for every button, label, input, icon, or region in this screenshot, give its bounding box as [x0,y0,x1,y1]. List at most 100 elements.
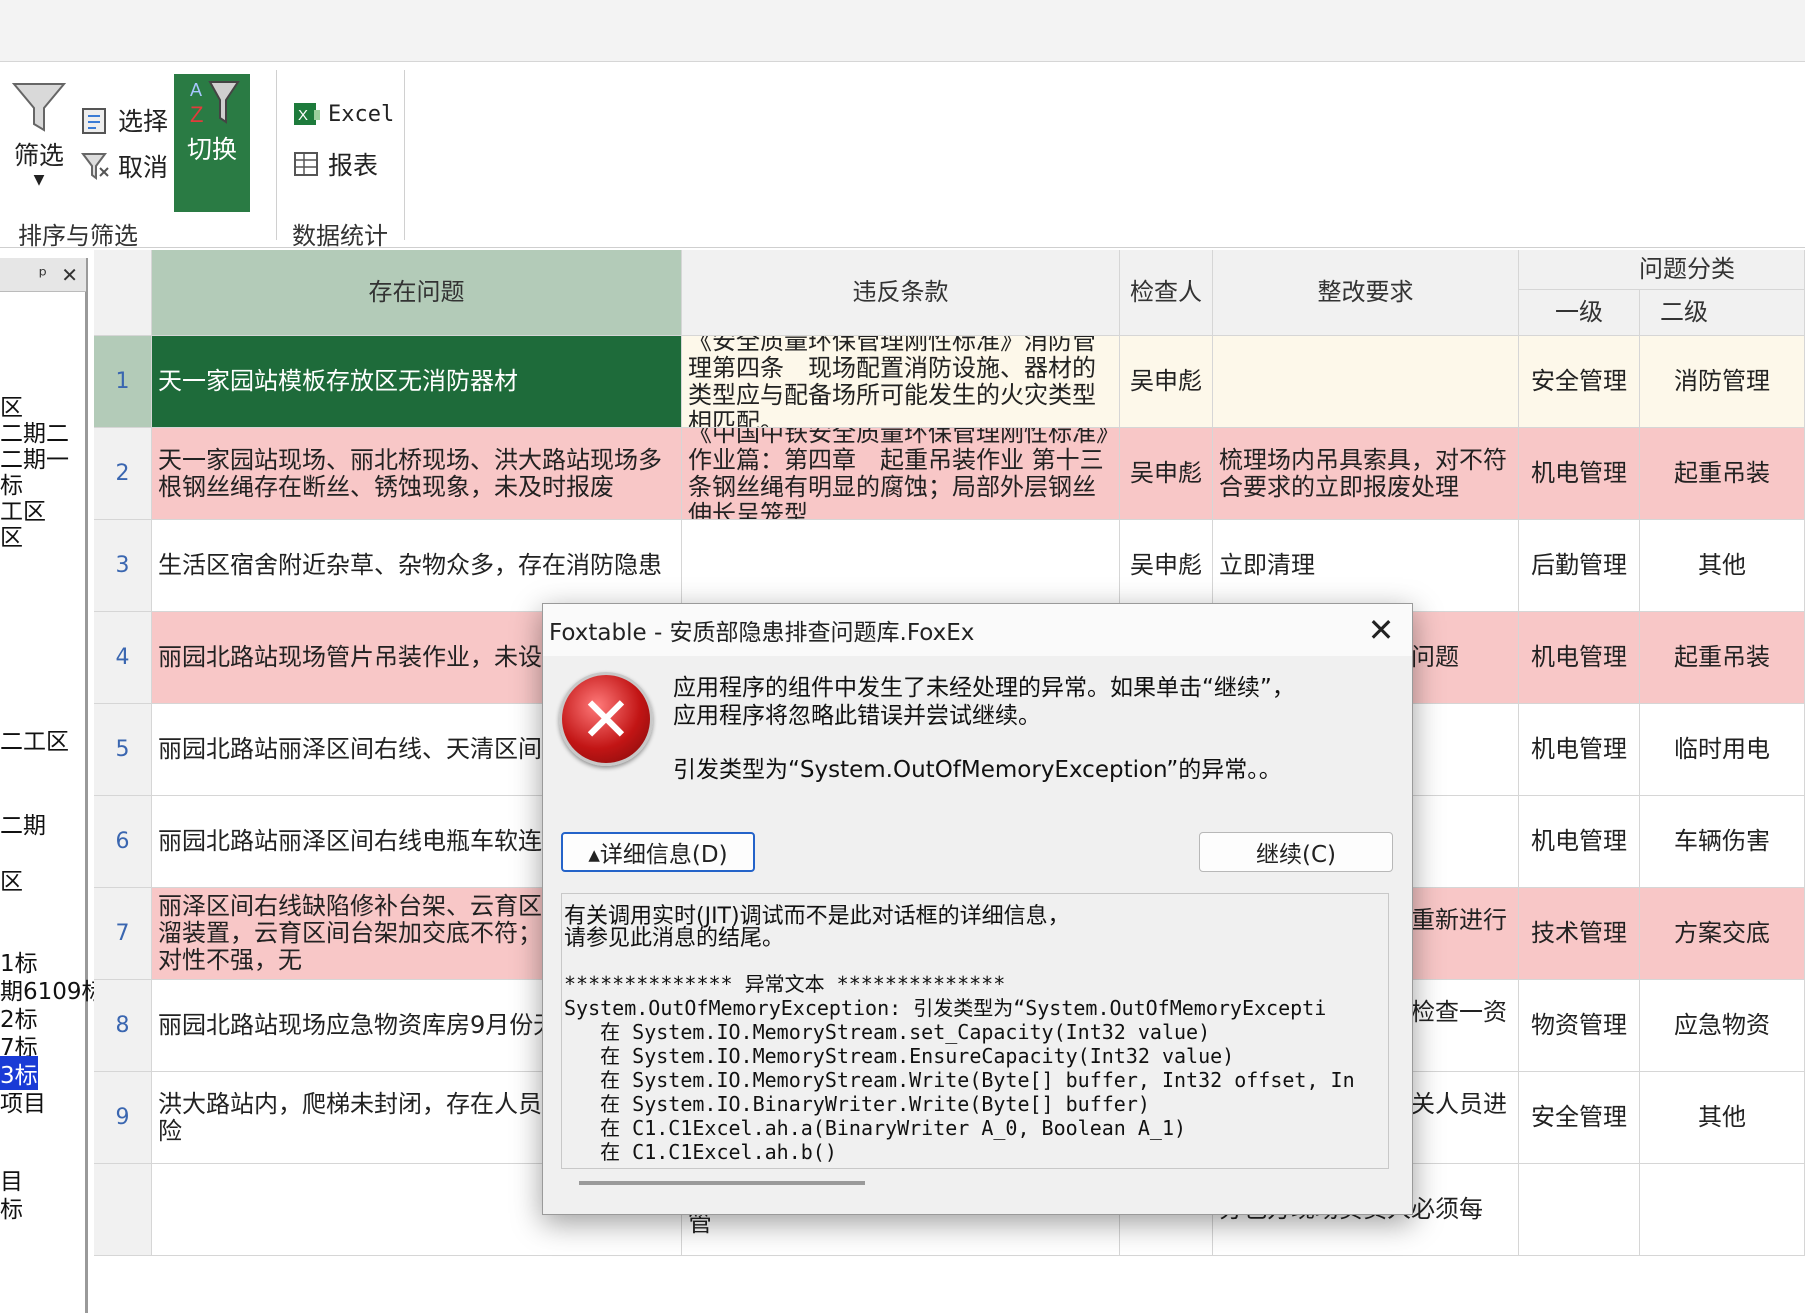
detail-line: 在 C1.C1Excel.ah.b() [564,1140,837,1164]
dialog-title: Foxtable - 安质部隐患排查问题库.FoxEx [543,604,1412,656]
filter-button[interactable]: 筛选 ▼ [8,80,70,188]
table-cell-l1[interactable]: 后勤管理 [1519,520,1640,612]
cancel-filter-icon [81,153,109,180]
table-cell-l2[interactable] [1640,1164,1805,1256]
detail-line: 请参见此消息的结尾。 [564,926,785,951]
filter-label: 筛选 [13,141,64,170]
column-header-clause[interactable]: 违反条款 [682,250,1120,336]
cancel-filter-button[interactable]: 取消 [80,148,168,184]
ribbon-separator [276,70,277,240]
error-icon: ✕ [559,672,653,766]
svg-text:A: A [190,80,202,100]
table-cell-inspector[interactable]: 吴申彪 [1120,428,1213,520]
sort-filter-group-label: 排序与筛选 [18,222,138,250]
table-cell-l2[interactable]: 车辆伤害 [1640,796,1805,888]
switch-label: 切换 [186,135,237,164]
column-group-header-category[interactable]: 问题分类 [1519,250,1805,290]
sort-az-icon: AZ [190,80,240,127]
excel-label: Excel [328,101,395,127]
svg-text:X: X [298,107,308,124]
tree-item[interactable]: 区 [0,518,23,552]
table-cell-issue[interactable]: 天一家园站现场、丽北桥现场、洪大路站现场多根钢丝绳存在断丝、锈蚀现象，未及时报废 [152,428,682,520]
table-cell-clause[interactable] [682,520,1120,612]
row-number[interactable]: 4 [94,612,152,704]
data-stats-group-label: 数据统计 [292,222,388,250]
select-icon [82,108,106,134]
table-cell-l2[interactable]: 其他 [1640,520,1805,612]
row-number[interactable]: 1 [94,336,152,428]
tree-item[interactable]: 区 [0,862,23,896]
table-cell-requirement[interactable]: 立即清理 [1213,520,1519,612]
table-cell-requirement[interactable]: 梳理场内吊具索具，对不符合要求的立即报废处理 [1213,428,1519,520]
error-dialog: Foxtable - 安质部隐患排查问题库.FoxEx ✕ ✕ 应用程序的组件中… [542,603,1413,1215]
table-cell-l2[interactable]: 起重吊装 [1640,428,1805,520]
side-panel-header: ᵖ ✕ [0,258,86,292]
exception-type-line: 引发类型为“System.OutOfMemoryException”的异常。。 [673,757,1282,783]
side-panel: ᵖ ✕ 区 二期二 二期一 标 工区 区 二工区 二期 区 1标 期6109标 … [0,258,105,1313]
table-cell-inspector[interactable]: 吴申彪 [1120,336,1213,428]
row-number[interactable]: 2 [94,428,152,520]
table-cell-l2[interactable]: 应急物资 [1640,980,1805,1072]
tree-item[interactable]: 标 [0,1190,23,1224]
funnel-icon [11,83,67,132]
table-cell-l1[interactable]: 安全管理 [1519,1072,1640,1164]
error-message-line: 应用程序将忽略此错误并尝试继续。 [673,703,1041,729]
tree-item[interactable]: 项目 [0,1084,46,1118]
column-header-inspector[interactable]: 检查人 [1120,250,1213,336]
title-strip [0,0,1805,62]
table-cell-clause[interactable]: 《安全质量环保管理刚性标准》消防管理第四条 现场配置消防设施、器材的类型应与配备… [682,336,1120,428]
close-icon[interactable]: ✕ [61,263,78,287]
table-cell-clause[interactable]: 《中国中铁安全质量环保管理刚性标准》作业篇：第四章 起重吊装作业 第十三条钢丝绳… [682,428,1120,520]
continue-button[interactable]: 继续(C) [1199,832,1393,872]
table-cell-l1[interactable]: 机电管理 [1519,704,1640,796]
tree-item[interactable]: 二工区 [0,722,69,756]
ribbon-separator [404,70,405,240]
table-cell-l2[interactable]: 方案交底 [1640,888,1805,980]
corner-header[interactable] [94,250,152,336]
report-label: 报表 [328,151,379,180]
column-header-level2[interactable]: 二级 [1640,290,1805,336]
cancel-label: 取消 [118,153,169,182]
dropdown-arrow-icon: ▼ [33,172,45,188]
switch-button[interactable]: AZ 切换 [174,74,250,212]
column-header-issue[interactable]: 存在问题 [152,250,682,336]
table-cell-l1[interactable]: 机电管理 [1519,428,1640,520]
excel-button[interactable]: X Excel [292,100,394,128]
table-cell-l2[interactable]: 起重吊装 [1640,612,1805,704]
row-number[interactable] [94,1164,152,1256]
pin-icon[interactable]: ᵖ [39,263,48,287]
table-cell-inspector[interactable]: 吴申彪 [1120,520,1213,612]
report-button[interactable]: 报表 [292,146,378,182]
dialog-close-button[interactable]: ✕ [1360,610,1402,650]
table-cell-l2[interactable]: 临时用电 [1640,704,1805,796]
excel-icon: X [294,103,320,125]
ribbon: 筛选 ▼ 选择 取消 AZ 切换 X Excel 报表 排序与筛选 数据统计 [0,62,1805,250]
table-cell-l1[interactable]: 技术管理 [1519,888,1640,980]
table-cell-l1[interactable]: 安全管理 [1519,336,1640,428]
table-cell-l1[interactable] [1519,1164,1640,1256]
table-cell-l2[interactable]: 消防管理 [1640,336,1805,428]
row-number[interactable]: 6 [94,796,152,888]
row-number[interactable]: 7 [94,888,152,980]
details-text-area[interactable]: 有关调用实时(JIT)调试而不是此对话框的详细信息， 请参见此消息的结尾。 **… [561,893,1389,1169]
select-button[interactable]: 选择 [80,102,168,138]
row-number[interactable]: 8 [94,980,152,1072]
table-cell-l1[interactable]: 机电管理 [1519,612,1640,704]
table-cell-issue[interactable]: 生活区宿舍附近杂草、杂物众多，存在消防隐患 [152,520,682,612]
table-cell-l2[interactable]: 其他 [1640,1072,1805,1164]
horizontal-scrollbar-thumb[interactable] [579,1181,865,1185]
row-number[interactable]: 3 [94,520,152,612]
row-number[interactable]: 9 [94,1072,152,1164]
tree-item[interactable]: 二期 [0,806,46,840]
table-cell-requirement[interactable] [1213,336,1519,428]
table-cell-issue[interactable]: 天一家园站模板存放区无消防器材 [152,336,682,428]
select-label: 选择 [118,107,169,136]
column-header-requirement[interactable]: 整改要求 [1213,250,1519,336]
table-cell-l1[interactable]: 物资管理 [1519,980,1640,1072]
row-number[interactable]: 5 [94,704,152,796]
svg-text:Z: Z [190,102,203,127]
report-icon [294,152,318,176]
table-cell-l1[interactable]: 机电管理 [1519,796,1640,888]
details-button[interactable]: ▴详细信息(D) [561,832,755,872]
column-header-level1[interactable]: 一级 [1519,290,1640,336]
